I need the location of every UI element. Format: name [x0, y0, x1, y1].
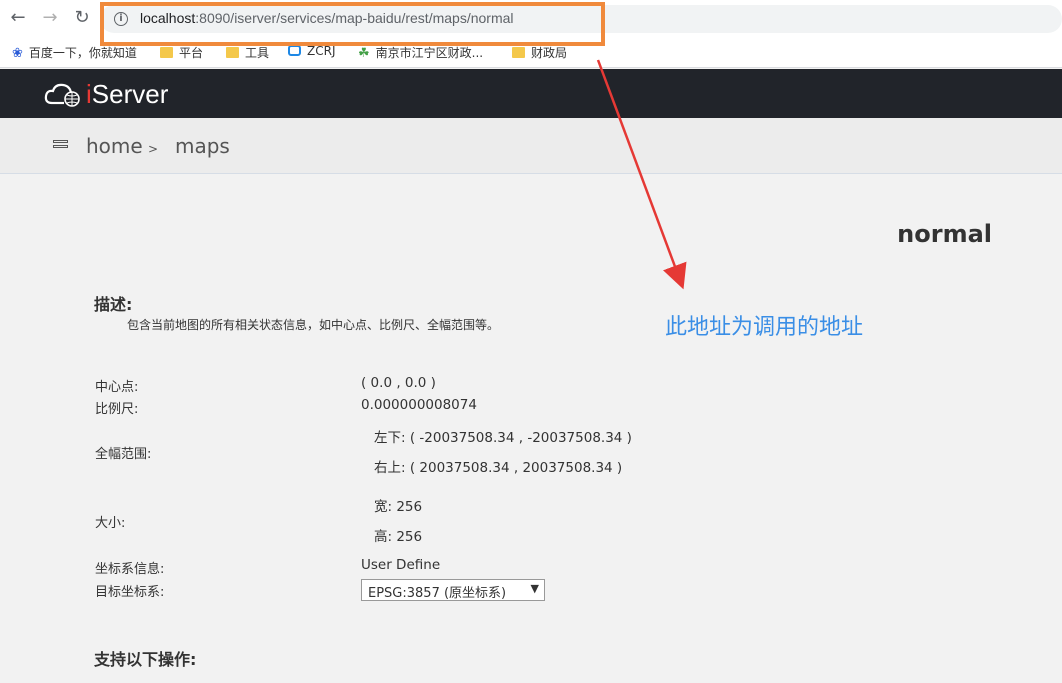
bookmark-platform[interactable]: 平台	[160, 44, 203, 61]
breadcrumb: home > maps	[0, 118, 1062, 174]
crs-value: User Define	[361, 557, 441, 573]
iserver-logo[interactable]: iServer	[44, 79, 168, 109]
breadcrumb-maps[interactable]: maps	[175, 134, 230, 158]
url-host: localhost	[140, 10, 196, 26]
main-content: normal 描述: 包含当前地图的所有相关状态信息，如中心点、比例尺、全幅范围…	[0, 175, 1062, 683]
cloud-globe-icon	[44, 83, 80, 107]
list-icon	[53, 140, 68, 153]
folder-icon	[226, 47, 239, 58]
center-label: 中心点:	[95, 380, 139, 395]
bookmark-baidu[interactable]: ❀ 百度一下，你就知道	[12, 44, 137, 61]
breadcrumb-home[interactable]: home	[86, 134, 143, 158]
bookmark-tools[interactable]: 工具	[226, 44, 269, 61]
site-icon: ☘	[358, 46, 370, 61]
baidu-paw-icon: ❀	[12, 46, 23, 61]
browser-toolbar: ← → ↻ i localhost:8090/iserver/services/…	[0, 0, 1062, 38]
folder-icon	[160, 47, 173, 58]
bounds-upper-right: 右上: ( 20037508.34 , 20037508.34 )	[374, 460, 623, 476]
size-height: 高: 256	[374, 529, 423, 545]
bounds-label: 全幅范围:	[95, 447, 152, 462]
bookmarks-bar: ❀ 百度一下，你就知道 平台 工具 ZCRJ ☘ 南京市江宁区财政... 财政局	[0, 38, 1062, 68]
top-navbar: iServer	[0, 69, 1062, 118]
address-bar[interactable]: i localhost:8090/iserver/services/map-ba…	[100, 5, 1062, 33]
annotation-text: 此地址为调用的地址	[665, 315, 864, 340]
center-value: ( 0.0 , 0.0 )	[361, 375, 436, 391]
page-title: normal	[897, 220, 992, 248]
zcrj-icon	[288, 45, 301, 56]
dropdown-arrow-icon: ▼	[530, 582, 539, 595]
bounds-lower-left: 左下: ( -20037508.34 , -20037508.34 )	[374, 430, 632, 446]
target-crs-label: 目标坐标系:	[95, 585, 165, 600]
reload-icon[interactable]: ↻	[72, 8, 92, 28]
breadcrumb-separator: >	[148, 142, 159, 156]
url-text[interactable]: localhost:8090/iserver/services/map-baid…	[140, 10, 514, 26]
bookmark-nanjing[interactable]: ☘ 南京市江宁区财政...	[358, 44, 483, 61]
target-crs-select[interactable]: EPSG:3857 (原坐标系) ▼	[361, 579, 545, 601]
target-crs-selected: EPSG:3857 (原坐标系)	[368, 586, 507, 601]
logo-text: iServer	[86, 78, 169, 109]
bookmark-finance[interactable]: 财政局	[512, 44, 567, 61]
size-label: 大小:	[95, 516, 126, 531]
operations-heading: 支持以下操作:	[94, 650, 197, 669]
size-width: 宽: 256	[374, 499, 423, 515]
info-icon[interactable]: i	[114, 12, 128, 26]
scale-label: 比例尺:	[95, 402, 139, 417]
back-icon[interactable]: ←	[8, 8, 28, 28]
folder-icon	[512, 47, 525, 58]
description-text: 包含当前地图的所有相关状态信息，如中心点、比例尺、全幅范围等。	[127, 318, 500, 332]
description-heading: 描述:	[94, 295, 133, 314]
scale-value: 0.000000008074	[361, 397, 477, 413]
crs-label: 坐标系信息:	[95, 562, 165, 577]
forward-icon[interactable]: →	[40, 8, 60, 28]
bookmark-zcrj[interactable]: ZCRJ	[288, 44, 335, 58]
url-path: :8090/iserver/services/map-baidu/rest/ma…	[195, 10, 514, 26]
